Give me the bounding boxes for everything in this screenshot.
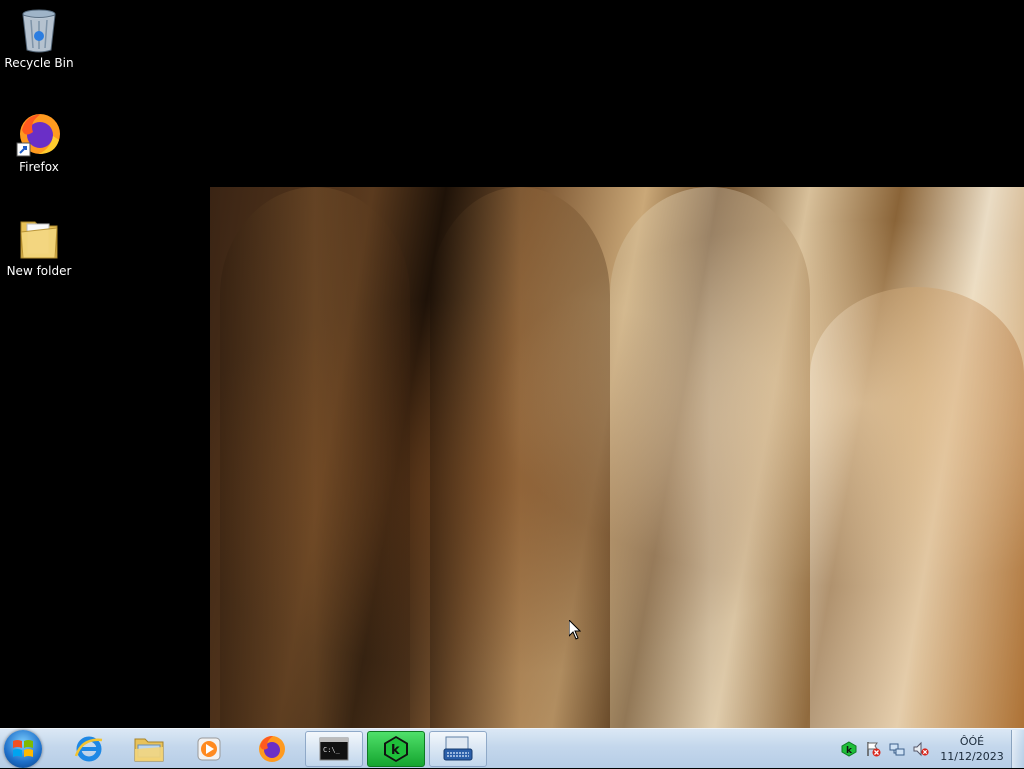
taskbar-internet-explorer[interactable] bbox=[60, 731, 118, 767]
cmd-icon: C:\_ bbox=[319, 737, 349, 761]
network-icon[interactable] bbox=[889, 741, 905, 757]
start-button[interactable] bbox=[4, 730, 42, 768]
system-clock[interactable]: ÔÓÉ 11/12/2023 bbox=[937, 734, 1007, 764]
taskbar-kaspersky[interactable]: k bbox=[367, 731, 425, 767]
media-player-icon bbox=[197, 737, 221, 761]
desktop-icon-label: New folder bbox=[6, 264, 72, 278]
windows-start-icon bbox=[13, 740, 33, 757]
taskbar-command-prompt[interactable]: C:\_ bbox=[305, 731, 363, 767]
desktop-icon-new-folder[interactable]: New folder bbox=[0, 214, 78, 278]
taskbar-firefox[interactable] bbox=[243, 731, 301, 767]
desktop[interactable]: Recycle Bin Firefox New folder bbox=[0, 0, 1024, 728]
internet-explorer-icon bbox=[74, 736, 103, 762]
taskbar-windows-explorer[interactable] bbox=[120, 731, 178, 767]
svg-text:k: k bbox=[846, 746, 853, 756]
clock-date: 11/12/2023 bbox=[940, 750, 1004, 763]
recycle-bin-icon bbox=[15, 6, 63, 54]
desktop-icon-label: Recycle Bin bbox=[4, 56, 74, 70]
folder-icon bbox=[15, 214, 63, 262]
taskbar: C:\_ k k ÔÓÉ 11/12/2023 bbox=[0, 728, 1024, 768]
desktop-icon-label: Firefox bbox=[19, 160, 59, 174]
volume-muted-icon[interactable] bbox=[913, 741, 929, 757]
system-tray: k ÔÓÉ 11/12/2023 bbox=[837, 729, 1024, 769]
firefox-icon bbox=[259, 736, 285, 762]
kaspersky-tray-icon[interactable]: k bbox=[841, 741, 857, 757]
wallpaper bbox=[210, 187, 1024, 728]
action-center-flag-icon[interactable] bbox=[865, 741, 881, 757]
svg-text:C:\_: C:\_ bbox=[323, 746, 341, 754]
folder-explorer-icon bbox=[134, 738, 164, 762]
mouse-cursor-icon bbox=[569, 620, 581, 640]
desktop-icon-recycle-bin[interactable]: Recycle Bin bbox=[0, 6, 78, 70]
firefox-icon bbox=[15, 110, 63, 158]
show-desktop-button[interactable] bbox=[1011, 730, 1024, 768]
clock-time: ÔÓÉ bbox=[959, 735, 985, 748]
desktop-icon-firefox[interactable]: Firefox bbox=[0, 110, 78, 174]
taskbar-media-player[interactable] bbox=[180, 731, 238, 767]
keyboard-icon bbox=[443, 736, 473, 761]
svg-text:k: k bbox=[391, 743, 400, 758]
kaspersky-icon: k bbox=[384, 736, 408, 762]
taskbar-on-screen-keyboard[interactable] bbox=[429, 731, 487, 767]
